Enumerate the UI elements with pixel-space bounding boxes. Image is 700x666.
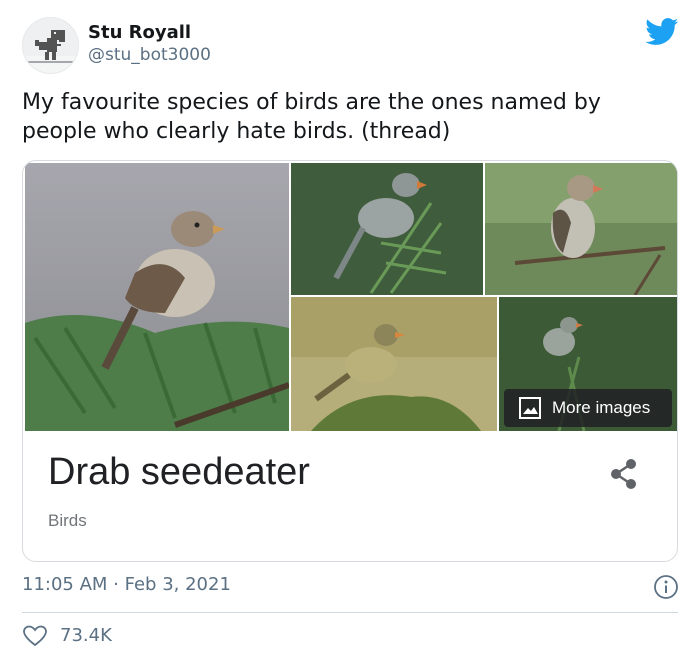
info-icon[interactable]	[653, 574, 679, 600]
like-count: 73.4K	[60, 625, 112, 646]
heart-icon[interactable]	[22, 623, 48, 649]
avatar[interactable]	[22, 17, 79, 74]
card-title: Drab seedeater	[48, 451, 310, 493]
bird-photo-1[interactable]	[25, 163, 289, 431]
dinosaur-icon	[23, 30, 78, 73]
divider	[22, 612, 678, 613]
tweet-timestamp[interactable]: 11:05 AM · Feb 3, 2021	[22, 574, 231, 595]
bird-photo-3[interactable]	[485, 163, 677, 295]
card-subtitle: Birds	[48, 511, 87, 530]
bird-photo-2[interactable]	[291, 163, 483, 295]
tweet-text: My favourite species of birds are the on…	[22, 90, 601, 144]
bird-photo-4[interactable]	[291, 297, 497, 431]
more-images-button[interactable]: More images	[504, 389, 672, 427]
image-icon	[519, 397, 541, 419]
author-handle[interactable]: @stu_bot3000	[88, 45, 211, 65]
share-icon[interactable]	[609, 457, 639, 491]
more-images-label: More images	[552, 398, 651, 417]
knowledge-card[interactable]: More images Drab seedeater Birds	[22, 160, 678, 562]
author-display-name[interactable]: Stu Royall	[88, 22, 191, 43]
twitter-bird-icon[interactable]	[645, 18, 679, 46]
